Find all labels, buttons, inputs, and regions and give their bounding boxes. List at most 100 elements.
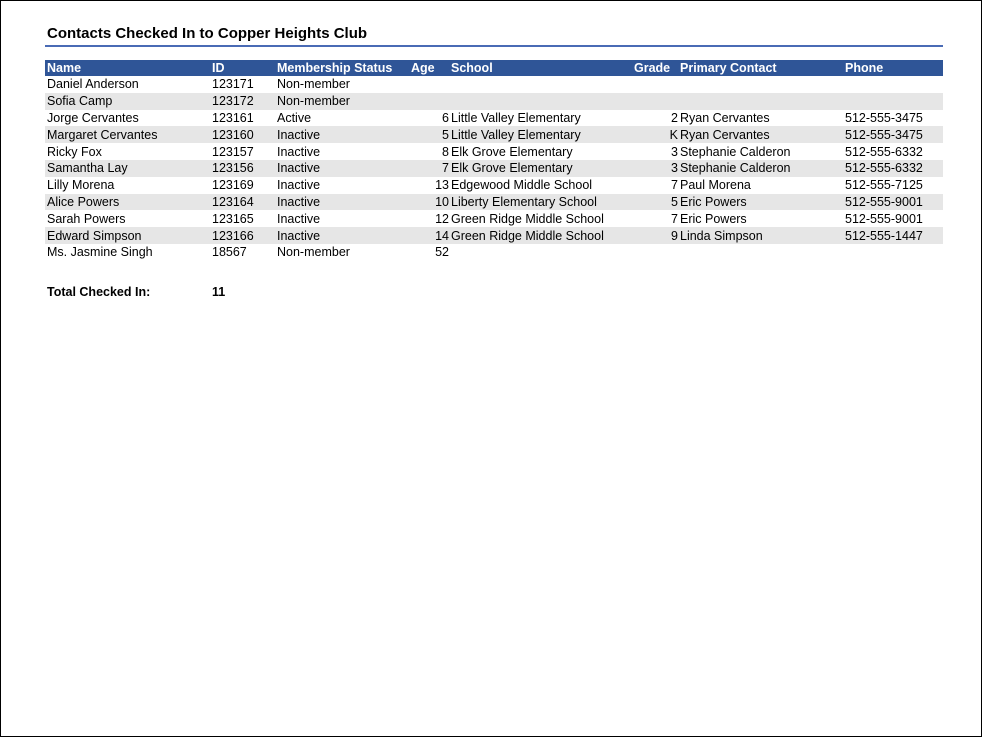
cell-primary-contact [678, 92, 843, 110]
cell-age: 8 [442, 144, 449, 159]
cell-id: 123166 [210, 227, 275, 244]
cell-phone [843, 244, 943, 261]
cell-grade: 9 [632, 227, 678, 244]
cell-grade: 3 [632, 159, 678, 177]
column-header-school: School [449, 60, 632, 76]
cell-school: Green Ridge Middle School [449, 227, 632, 244]
cell-id: 18567 [212, 245, 247, 260]
cell-primary-contact: Linda Simpson [678, 227, 843, 244]
cell-age: 14 [409, 227, 449, 244]
title-underline [45, 45, 943, 47]
cell-primary-contact: Stephanie Calderon [680, 144, 791, 159]
contacts-table-body: Daniel Anderson 123171 Non-member Sofia Cam… [45, 76, 943, 261]
cell-id: 123165 [212, 211, 254, 226]
cell-grade: 3 [671, 144, 678, 159]
cell-age: 5 [409, 126, 449, 144]
table-header-row: Name ID Membership Status Age School Gra… [45, 60, 943, 76]
total-checked-in-value: 11 [212, 285, 226, 299]
table-row: Alice Powers 123164 Inactive 10 Liberty Elem… [45, 193, 943, 211]
cell-phone: 512-555-7125 [845, 178, 923, 193]
cell-name: Jorge Cervantes [47, 110, 139, 125]
column-header-name: Name [45, 60, 210, 76]
cell-grade [632, 244, 678, 261]
cell-name: Edward Simpson [45, 227, 210, 244]
cell-grade [632, 92, 678, 110]
cell-name: Sarah Powers [47, 211, 126, 226]
cell-grade: 5 [632, 193, 678, 211]
cell-membership: Inactive [277, 178, 321, 193]
column-header-grade: Grade [632, 60, 678, 76]
column-header-membership: Membership Status [275, 60, 409, 76]
cell-phone: 512-555-3475 [843, 126, 943, 144]
table-row: Margaret Cervantes 123160 Inactive 5 Little … [45, 126, 943, 144]
table-row: Lilly Morena 123169 Inactive 13 Edgewood Mid… [45, 177, 943, 194]
cell-name: Sofia Camp [45, 92, 210, 110]
cell-primary-contact: Paul Morena [680, 178, 751, 193]
report-title: Contacts Checked In to Copper Heights Cl… [47, 25, 368, 42]
cell-membership: Inactive [277, 211, 321, 226]
cell-id: 123172 [210, 92, 275, 110]
cell-school [449, 244, 632, 261]
cell-primary-contact: Ryan Cervantes [680, 110, 770, 125]
cell-name: Alice Powers [45, 193, 210, 211]
cell-id: 123171 [212, 77, 254, 92]
cell-age [409, 76, 449, 93]
column-header-phone: Phone [843, 60, 943, 76]
cell-name: Margaret Cervantes [45, 126, 210, 144]
cell-name: Daniel Anderson [47, 77, 139, 92]
cell-name: Ricky Fox [47, 144, 102, 159]
cell-membership: Inactive [277, 144, 321, 159]
column-header-id: ID [210, 60, 275, 76]
cell-school: Green Ridge Middle School [451, 211, 604, 226]
cell-membership: Non-member [277, 245, 350, 260]
cell-phone [843, 76, 943, 93]
cell-school: Elk Grove Elementary [451, 144, 573, 159]
cell-primary-contact [678, 76, 843, 93]
cell-id: 123160 [210, 126, 275, 144]
table-row: Sofia Camp 123172 Non-member [45, 92, 943, 110]
cell-phone: 512-555-3475 [845, 110, 923, 125]
cell-membership: Inactive [275, 193, 409, 211]
cell-school: Little Valley Elementary [451, 110, 581, 125]
report-page: Contacts Checked In to Copper Heights Cl… [0, 0, 982, 737]
cell-age: 10 [409, 193, 449, 211]
table-row: Samantha Lay 123156 Inactive 7 Elk Grove Ele… [45, 159, 943, 177]
table-row: Edward Simpson 123166 Inactive 14 Green Ridg… [45, 227, 943, 244]
total-checked-in-label: Total Checked In: [47, 285, 151, 299]
cell-phone: 512-555-6332 [845, 144, 923, 159]
cell-age: 52 [435, 245, 449, 260]
cell-school: Little Valley Elementary [449, 126, 632, 144]
cell-grade: 2 [671, 110, 678, 125]
cell-primary-contact: Ryan Cervantes [678, 126, 843, 144]
contacts-table: Name ID Membership Status Age School Gra… [45, 60, 943, 261]
cell-school: Edgewood Middle School [451, 178, 593, 193]
cell-primary-contact: Eric Powers [678, 193, 843, 211]
cell-grade: 7 [671, 178, 678, 193]
table-row: Ricky Fox 123157 Inactive 8 Elk Grove Elemen… [45, 143, 943, 160]
cell-name: Ms. Jasmine Singh [47, 245, 153, 260]
cell-membership: Inactive [275, 126, 409, 144]
cell-grade: K [632, 126, 678, 144]
cell-age: 13 [435, 178, 449, 193]
cell-id: 123156 [210, 159, 275, 177]
cell-phone: 512-555-1447 [843, 227, 943, 244]
cell-phone: 512-555-9001 [845, 211, 923, 226]
cell-id: 123161 [212, 110, 254, 125]
column-header-primary-contact: Primary Contact [678, 60, 843, 76]
cell-age: 7 [409, 159, 449, 177]
cell-age: 12 [435, 211, 449, 226]
cell-membership: Active [277, 110, 312, 125]
cell-grade: 7 [671, 211, 678, 226]
cell-age [409, 92, 449, 110]
cell-id: 123164 [210, 193, 275, 211]
cell-id: 123157 [212, 144, 254, 159]
table-row: Daniel Anderson 123171 Non-member [45, 76, 943, 93]
column-header-age: Age [409, 60, 449, 76]
cell-school: Liberty Elementary School [449, 193, 632, 211]
cell-phone: 512-555-6332 [843, 159, 943, 177]
cell-phone [843, 92, 943, 110]
cell-primary-contact: Stephanie Calderon [678, 159, 843, 177]
cell-school [449, 92, 632, 110]
cell-membership: Inactive [275, 227, 409, 244]
cell-name: Lilly Morena [47, 178, 115, 193]
